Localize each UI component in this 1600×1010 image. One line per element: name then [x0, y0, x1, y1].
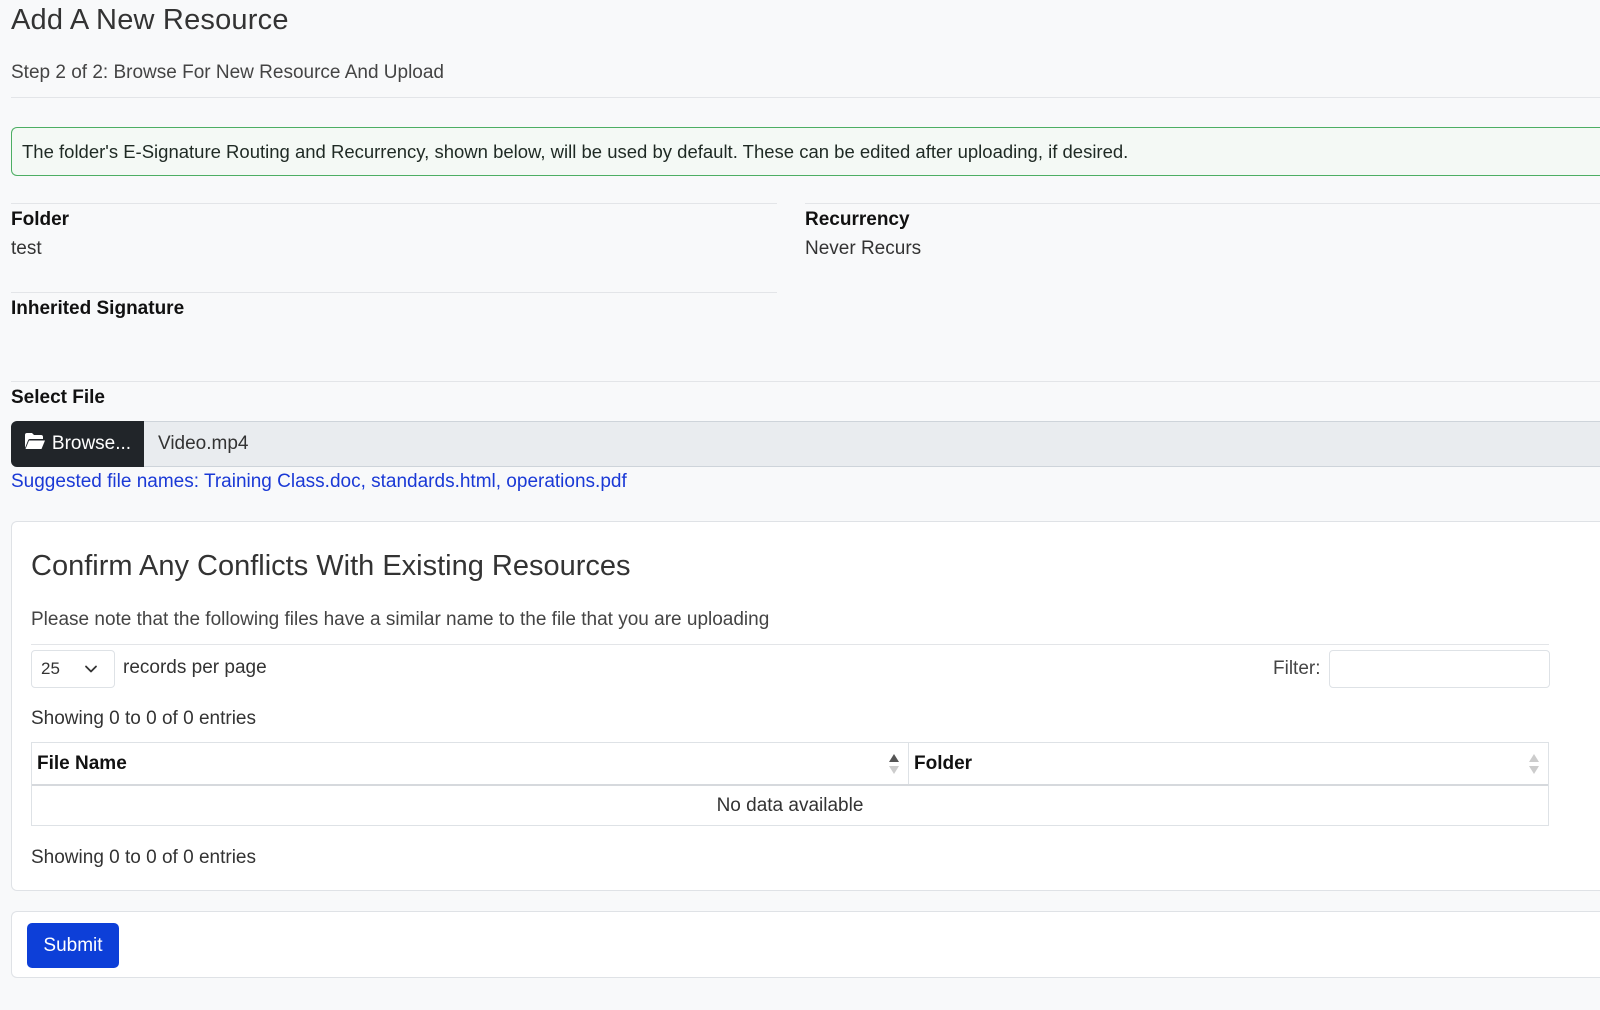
conflicts-title: Confirm Any Conflicts With Existing Reso…	[31, 550, 631, 582]
info-alert: The folder's E-Signature Routing and Rec…	[11, 127, 1600, 176]
page-title: Add A New Resource	[11, 4, 289, 36]
column-header-file-name[interactable]: File Name	[32, 743, 909, 784]
folder-label: Folder	[11, 209, 70, 230]
showing-entries-top: Showing 0 to 0 of 0 entries	[31, 708, 256, 729]
column-header-label: Folder	[914, 752, 973, 774]
divider	[11, 203, 777, 204]
suggested-file-names-link[interactable]: Suggested file names: Training Class.doc…	[11, 471, 627, 493]
browse-button-label: Browse...	[51, 433, 132, 454]
divider	[11, 292, 777, 293]
folder-open-icon	[24, 432, 46, 456]
divider	[11, 381, 1600, 382]
conflicts-table: File Name Folder No data available	[31, 742, 1549, 826]
empty-table-text: No data available	[716, 794, 864, 816]
filter-input[interactable]	[1329, 650, 1550, 688]
folder-value: test	[11, 238, 42, 259]
chevron-down-icon	[84, 661, 98, 681]
table-header: File Name Folder	[32, 743, 1548, 786]
filter-label: Filter:	[1273, 658, 1321, 679]
selected-file-name: Video.mp4	[158, 433, 249, 454]
divider	[31, 644, 1549, 645]
column-header-folder[interactable]: Folder	[909, 743, 1548, 784]
sort-icon	[1528, 752, 1540, 776]
sort-ascending-icon	[888, 752, 900, 776]
page: Add A New Resource Step 2 of 2: Browse F…	[0, 0, 1600, 1010]
conflicts-note: Please note that the following files hav…	[31, 609, 770, 630]
recurrency-label: Recurrency	[805, 209, 910, 230]
records-per-page-label: records per page	[123, 657, 267, 678]
alert-text: The folder's E-Signature Routing and Rec…	[22, 140, 1129, 162]
showing-entries-bottom: Showing 0 to 0 of 0 entries	[31, 847, 256, 868]
table-row-empty: No data available	[32, 786, 1548, 825]
inherited-signature-label: Inherited Signature	[11, 298, 185, 319]
divider	[11, 97, 1600, 98]
conflicts-card: Confirm Any Conflicts With Existing Reso…	[11, 521, 1600, 891]
recurrency-value: Never Recurs	[805, 238, 922, 259]
select-file-label: Select File	[11, 387, 105, 408]
page-length-value: 25	[41, 659, 60, 678]
submit-card: Submit	[11, 911, 1600, 978]
submit-button[interactable]: Submit	[27, 923, 119, 968]
selected-file-field[interactable]: Video.mp4	[144, 421, 1600, 467]
page-length-select[interactable]: 25	[31, 650, 115, 688]
browse-button[interactable]: Browse...	[11, 421, 144, 467]
divider	[805, 203, 1600, 204]
page-subtitle: Step 2 of 2: Browse For New Resource And…	[11, 62, 445, 83]
file-picker: Browse... Video.mp4	[11, 421, 1600, 467]
column-header-label: File Name	[37, 752, 127, 774]
